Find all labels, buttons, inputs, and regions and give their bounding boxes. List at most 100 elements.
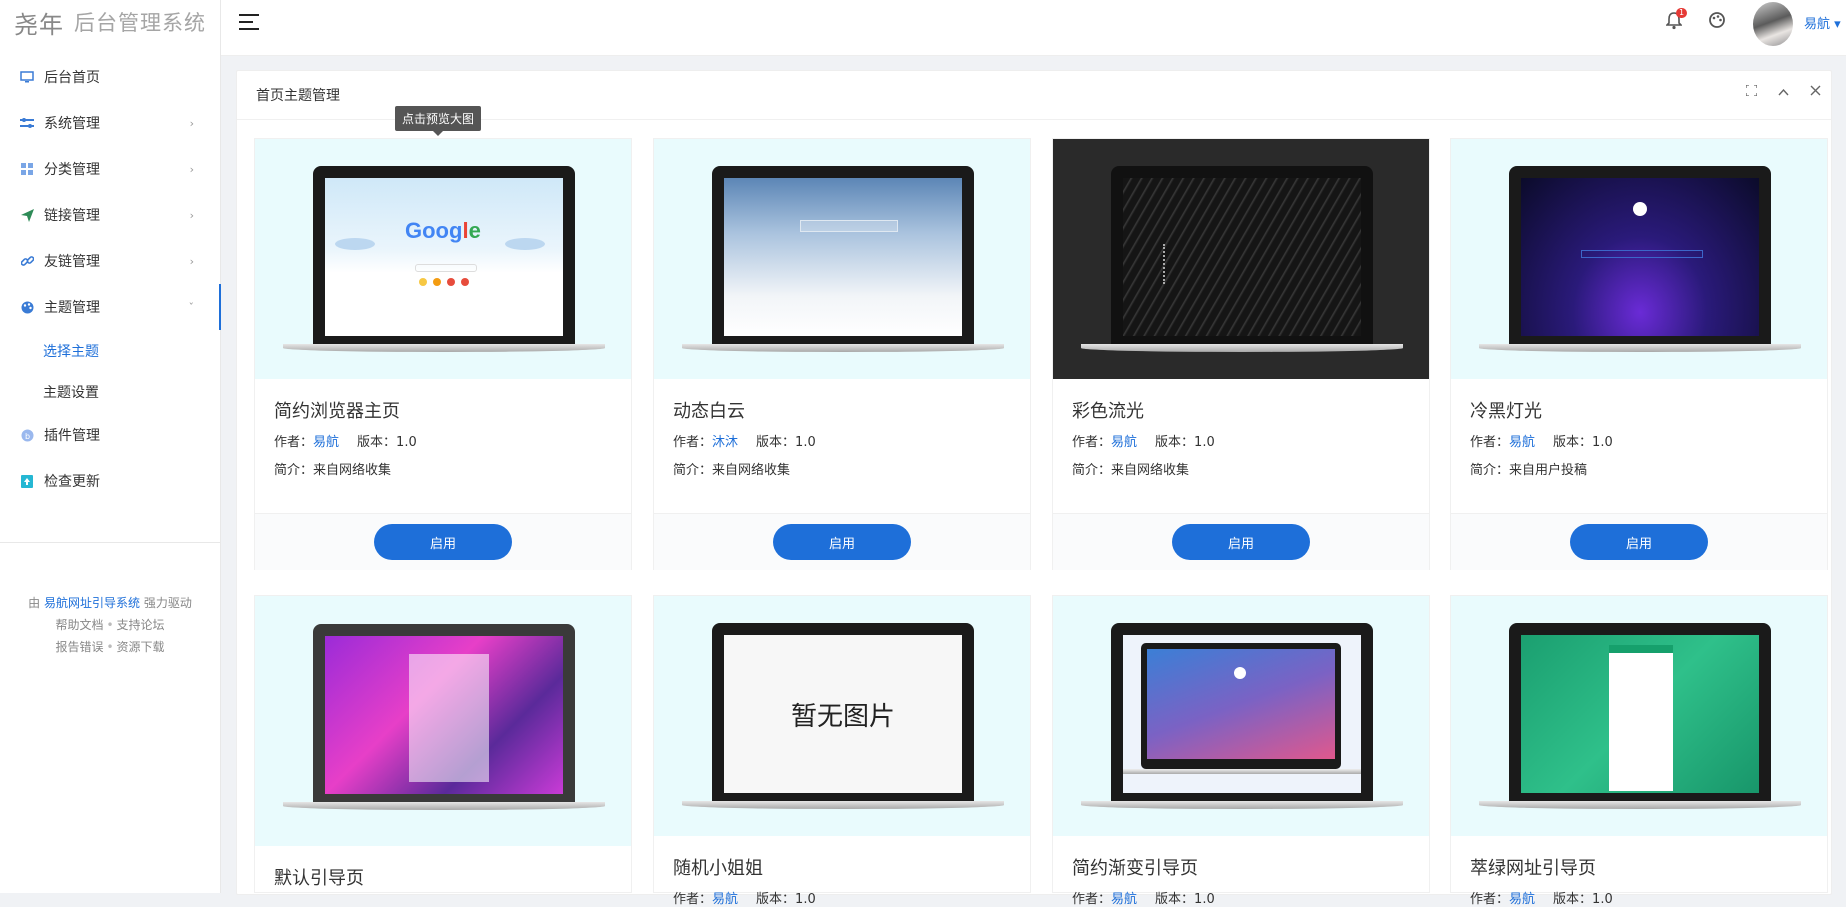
- footer-prefix: 由: [28, 596, 41, 610]
- svg-text:b: b: [25, 432, 30, 441]
- footer-links-line-1: 帮助文档 • 支持论坛: [0, 614, 220, 636]
- theme-author-link[interactable]: 易航: [1111, 435, 1137, 450]
- sidebar-item-label: 分类管理: [44, 162, 100, 178]
- theme-title: 冷黑灯光: [1470, 401, 1542, 422]
- sidebar-item-system[interactable]: 系统管理 ›: [0, 100, 220, 146]
- theme-card: 简约渐变引导页 作者：易航 版本：1.0: [1052, 595, 1430, 907]
- chevron-right-icon: ›: [189, 254, 194, 268]
- theme-preview-image[interactable]: [654, 139, 1030, 379]
- footer-link-download[interactable]: 资源下载: [117, 640, 165, 654]
- chevron-right-icon: ›: [189, 116, 194, 130]
- laptop-mockup: [1479, 166, 1801, 356]
- topbar: 1 易航 ▾: [221, 0, 1846, 56]
- sidebar-item-category[interactable]: 分类管理 ›: [0, 146, 220, 192]
- send-icon: [20, 208, 34, 222]
- theme-submenu: 选择主题 主题设置: [0, 330, 220, 412]
- collapse-icon[interactable]: [1767, 85, 1799, 100]
- theme-preview-image[interactable]: [1451, 139, 1827, 379]
- card-footer: 启用: [1053, 513, 1429, 570]
- notification-bell-icon[interactable]: 1: [1665, 8, 1688, 35]
- theme-title: 随机小姐姐: [673, 858, 763, 879]
- user-menu[interactable]: 易航 ▾: [1804, 13, 1841, 32]
- fullscreen-icon[interactable]: [1735, 84, 1767, 100]
- sidebar-item-plugins[interactable]: b 插件管理: [0, 412, 220, 458]
- sidebar-item-home[interactable]: 后台首页: [0, 54, 220, 100]
- theme-title: 彩色流光: [1072, 401, 1144, 422]
- theme-card: 动态白云 作者：沐沐 版本：1.0 简介：来自网络收集 启用: [653, 138, 1031, 570]
- theme-title: 默认引导页: [274, 868, 364, 889]
- sidebar-footer: 由 易航网址引导系统 强力驱动 帮助文档 • 支持论坛 报告错误 • 资源下载: [0, 592, 220, 658]
- theme-meta: 作者：沐沐 版本：1.0: [673, 435, 816, 450]
- update-icon: [20, 474, 34, 488]
- theme-author-link[interactable]: 易航: [1509, 435, 1535, 450]
- theme-desc: 简介：来自网络收集: [1072, 463, 1190, 478]
- theme-meta: 作者：易航 版本：1.0: [1072, 892, 1215, 907]
- theme-preview-image[interactable]: 暂无图片: [654, 596, 1030, 836]
- plugin-icon: b: [20, 428, 34, 442]
- footer-link-help[interactable]: 帮助文档: [55, 618, 103, 632]
- sidebar-item-label: 检查更新: [44, 474, 100, 490]
- theme-preview-image[interactable]: [1053, 596, 1429, 836]
- card-footer: 启用: [1451, 513, 1827, 570]
- panel-title: 首页主题管理: [256, 88, 340, 104]
- avatar[interactable]: [1753, 2, 1793, 46]
- notification-badge: 1: [1676, 8, 1688, 18]
- chevron-right-icon: ›: [189, 208, 194, 222]
- menu-toggle-icon[interactable]: [239, 14, 259, 30]
- enable-button[interactable]: 启用: [374, 524, 512, 560]
- user-name: 易航: [1804, 17, 1831, 32]
- sliders-icon: [20, 116, 34, 130]
- sidebar-item-label: 友链管理: [44, 254, 100, 270]
- enable-button[interactable]: 启用: [1172, 524, 1310, 560]
- theme-meta: 作者：易航 版本：1.0: [274, 435, 417, 450]
- footer-powered-link[interactable]: 易航网址引导系统: [44, 596, 140, 610]
- logo-text: 后台管理系统: [74, 11, 206, 35]
- card-footer: 启用: [654, 513, 1030, 570]
- sidebar-subitem-select-theme[interactable]: 选择主题: [0, 330, 220, 371]
- sidebar-item-theme[interactable]: 主题管理 ˇ: [0, 284, 221, 330]
- theme-card: 暂无图片 随机小姐姐 作者：易航 版本：1.0: [653, 595, 1031, 907]
- theme-preview-image[interactable]: [1451, 596, 1827, 836]
- footer-links-line-2: 报告错误 • 资源下载: [0, 636, 220, 658]
- theme-author-link[interactable]: 易航: [313, 435, 339, 450]
- enable-button[interactable]: 启用: [1570, 524, 1708, 560]
- sidebar-item-links[interactable]: 链接管理 ›: [0, 192, 220, 238]
- sidebar-item-label: 系统管理: [44, 116, 100, 132]
- palette-icon: [20, 300, 34, 314]
- theme-palette-icon[interactable]: [1709, 12, 1725, 28]
- theme-author-link[interactable]: 易航: [1111, 892, 1137, 907]
- theme-author-link[interactable]: 沐沐: [712, 435, 738, 450]
- enable-button[interactable]: 启用: [773, 524, 911, 560]
- theme-card: Google 简约浏览器主页 作者：易航 版本：1.0 简介：来自网络收集 启用: [254, 138, 632, 570]
- footer-powered-line: 由 易航网址引导系统 强力驱动: [0, 592, 220, 614]
- laptop-mockup: [1081, 166, 1403, 356]
- theme-preview-image[interactable]: [1053, 139, 1429, 379]
- theme-author-link[interactable]: 易航: [1509, 892, 1535, 907]
- close-icon[interactable]: [1799, 85, 1831, 100]
- theme-title: 简约渐变引导页: [1072, 858, 1198, 879]
- theme-preview-image[interactable]: [255, 596, 631, 846]
- app-logo[interactable]: 尧年 后台管理系统: [0, 0, 220, 44]
- sidebar-item-update[interactable]: 检查更新: [0, 458, 220, 504]
- theme-meta: 作者：易航 版本：1.0: [1470, 435, 1613, 450]
- grid-icon: [20, 162, 34, 176]
- theme-desc: 简介：来自网络收集: [673, 463, 791, 478]
- sidebar-divider: [0, 542, 220, 543]
- sidebar-item-label: 后台首页: [44, 70, 100, 86]
- theme-preview-image[interactable]: Google: [255, 139, 631, 379]
- theme-title: 简约浏览器主页: [274, 401, 400, 422]
- sidebar-item-friend-links[interactable]: 友链管理 ›: [0, 238, 220, 284]
- theme-card: 萃绿网址引导页 作者：易航 版本：1.0: [1450, 595, 1828, 907]
- sidebar: 尧年 后台管理系统 后台首页 系统管理 › 分类管理 › 链接管理 › 友链管理…: [0, 0, 221, 893]
- laptop-mockup: 暂无图片: [682, 623, 1004, 813]
- theme-author-link[interactable]: 易航: [712, 892, 738, 907]
- chevron-right-icon: ›: [189, 162, 194, 176]
- sidebar-subitem-theme-settings[interactable]: 主题设置: [0, 371, 220, 412]
- theme-card: 彩色流光 作者：易航 版本：1.0 简介：来自网络收集 启用: [1052, 138, 1430, 570]
- preview-tooltip: 点击预览大图: [395, 106, 482, 136]
- laptop-mockup: [1081, 623, 1403, 813]
- theme-desc: 简介：来自网络收集: [274, 463, 392, 478]
- footer-link-report[interactable]: 报告错误: [55, 640, 103, 654]
- laptop-mockup: [1479, 623, 1801, 813]
- footer-link-forum[interactable]: 支持论坛: [117, 618, 165, 632]
